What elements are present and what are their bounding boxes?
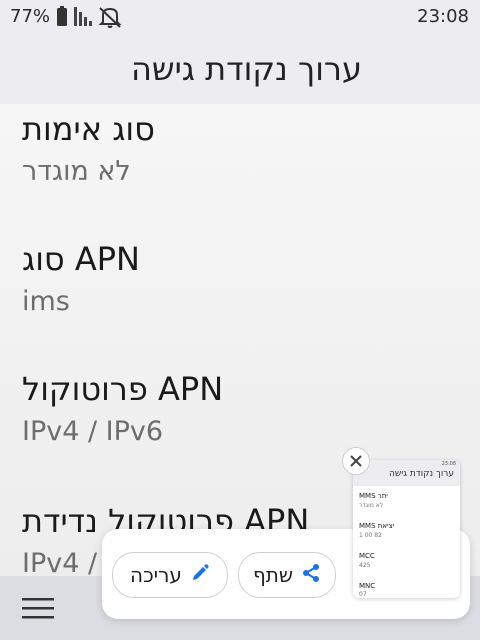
- page-title: ערוך נקודת גישה: [131, 50, 362, 88]
- thumb-status-time: 23:08: [441, 461, 456, 467]
- status-time: 23:08: [417, 6, 469, 27]
- share-button[interactable]: שתף: [238, 552, 336, 598]
- battery-percent: 77%: [10, 6, 51, 27]
- signal-icon: [74, 7, 92, 26]
- thumb-row-summary: 425: [359, 562, 371, 569]
- thumb-row-title: MCC: [359, 552, 375, 560]
- close-icon: [350, 455, 362, 467]
- thumb-row-summary: לא מוגדר: [359, 502, 384, 509]
- pref-summary: IPv4 / IPv6: [22, 416, 164, 447]
- thumb-title: ערוך נקודת גישה: [389, 469, 454, 479]
- battery-icon: [57, 6, 67, 26]
- pref-title: פרוטוקול APN: [22, 370, 224, 408]
- status-icons: [56, 4, 136, 34]
- pref-title: סוג APN: [22, 240, 140, 278]
- menu-icon[interactable]: [22, 598, 54, 624]
- app-bar: ערוך נקודת גישה: [0, 34, 480, 104]
- pref-title: סוג אימות: [22, 110, 155, 148]
- bell-off-icon: [98, 7, 122, 28]
- share-icon: [301, 563, 321, 588]
- pref-apn-type[interactable]: סוג APN ims: [0, 240, 480, 350]
- status-bar: 77% 23:08: [0, 0, 480, 34]
- edit-label: עריכה: [130, 563, 182, 587]
- screenshot-preview[interactable]: 77% 23:08 ערוך נקודת גישה MMS יתר לא מוג…: [353, 460, 460, 598]
- thumb-row-title: MMS יתר: [359, 492, 388, 500]
- pref-summary: לא מוגדר: [22, 156, 131, 187]
- dismiss-preview-button[interactable]: [342, 447, 370, 475]
- pref-auth-type[interactable]: סוג אימות לא מוגדר: [0, 110, 480, 220]
- thumb-row-summary: 1 00 82: [359, 532, 382, 539]
- share-label: שתף: [252, 563, 294, 587]
- pencil-icon: [190, 563, 210, 588]
- pref-summary: ims: [22, 286, 70, 317]
- edit-button[interactable]: עריכה: [112, 552, 228, 598]
- thumb-row-summary: 07: [359, 591, 367, 598]
- thumb-row-title: MMS יציאת: [359, 522, 395, 530]
- thumb-row-title: MNC: [359, 582, 376, 590]
